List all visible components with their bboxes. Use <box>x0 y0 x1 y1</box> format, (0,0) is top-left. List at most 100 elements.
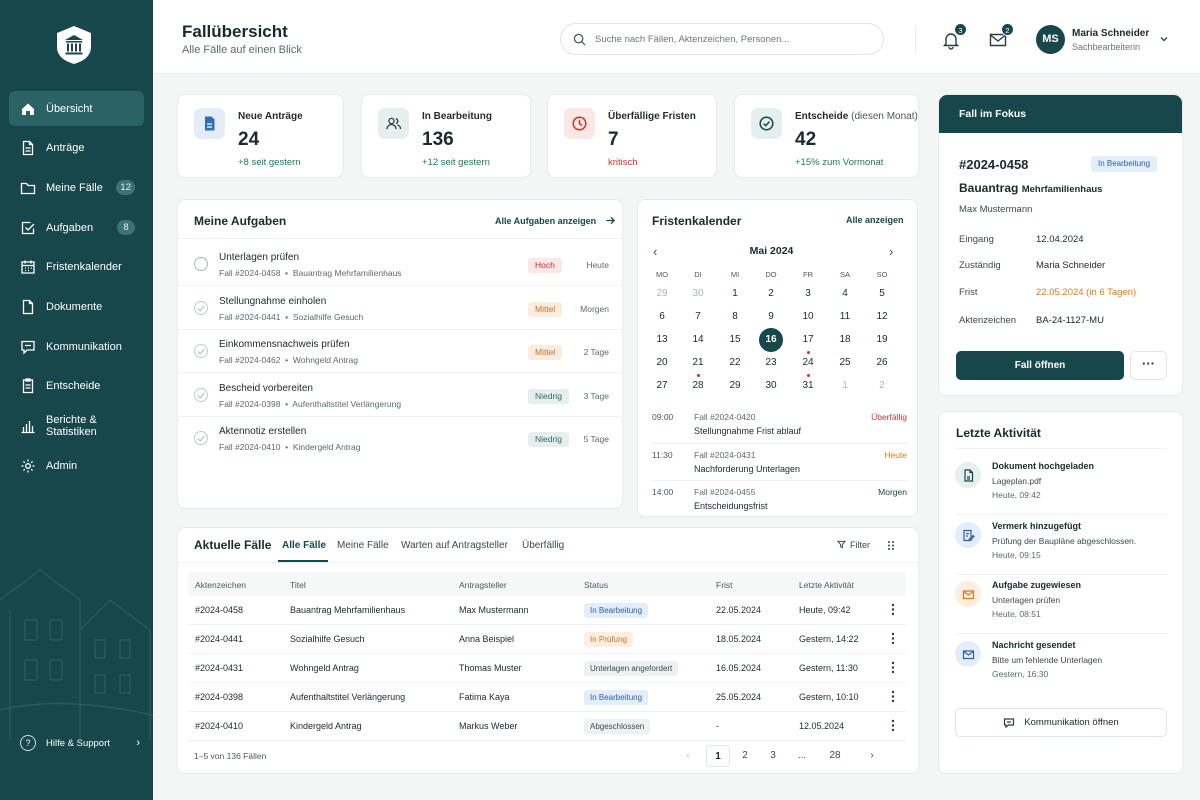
calendar-day[interactable]: 1 <box>833 374 857 398</box>
calendar-day[interactable]: 8 <box>723 305 747 329</box>
calendar-day[interactable]: 25 <box>833 351 857 375</box>
column-header[interactable]: Frist <box>716 580 733 590</box>
search-input[interactable] <box>595 33 865 45</box>
avatar[interactable]: MS <box>1036 25 1065 54</box>
sidebar-item-antraege[interactable]: Anträge <box>9 131 144 166</box>
pagination-next-button[interactable]: › <box>860 745 884 767</box>
stat-card-new-applications[interactable]: Neue Anträge 24 +8 seit gestern <box>177 94 344 178</box>
tab-warten-auf-antragsteller[interactable]: Warten auf Antragsteller <box>401 540 508 551</box>
calendar-day[interactable]: 20 <box>650 351 674 375</box>
activity-item[interactable]: Aufgabe zugewiesen Unterlagen prüfen Heu… <box>955 576 1168 634</box>
task-row[interactable]: Einkommensnachweis prüfen Fall #2024-046… <box>178 330 623 373</box>
calendar-day[interactable]: 15 <box>723 328 747 352</box>
task-row[interactable]: Bescheid vorbereiten Fall #2024-0398 • A… <box>178 374 623 417</box>
calendar-day[interactable]: 18 <box>833 328 857 352</box>
table-row[interactable]: #2024-0441 Sozialhilfe Gesuch Anna Beisp… <box>188 625 906 654</box>
calendar-day[interactable]: 4 <box>833 282 857 306</box>
more-vertical-icon[interactable] <box>891 632 895 645</box>
messages-button[interactable]: 2 <box>988 23 1014 50</box>
open-communication-button[interactable]: Kommunikation öffnen <box>955 708 1167 737</box>
table-row[interactable]: #2024-0458 Bauantrag Mehrfamilienhaus Ma… <box>188 596 906 625</box>
help-support-link[interactable]: ? Hilfe & Support › <box>20 734 140 752</box>
calendar-day[interactable]: 2 <box>759 282 783 306</box>
tab-meine-faelle[interactable]: Meine Fälle <box>337 540 389 551</box>
task-checkbox[interactable] <box>194 257 208 271</box>
stat-card-in-progress[interactable]: In Bearbeitung 136 +12 seit gestern <box>361 94 531 178</box>
task-checkbox[interactable] <box>194 431 208 445</box>
more-vertical-icon[interactable] <box>891 719 895 732</box>
calendar-day[interactable]: 30 <box>759 374 783 398</box>
chevron-right-icon[interactable]: › <box>889 244 899 259</box>
activity-item[interactable]: Dokument hochgeladen Lageplan.pdf Heute,… <box>955 457 1168 515</box>
table-row[interactable]: #2024-0398 Aufenthaltstitel Verlängerung… <box>188 683 906 712</box>
more-vertical-icon[interactable] <box>891 661 895 674</box>
calendar-day[interactable]: 30 <box>686 282 710 306</box>
task-checkbox[interactable] <box>194 388 208 402</box>
calendar-day[interactable]: 5 <box>870 282 894 306</box>
calendar-day[interactable]: 27 <box>650 374 674 398</box>
stat-card-decisions[interactable]: Entscheide (diesen Monat) 42 +15% zum Vo… <box>734 94 919 178</box>
calendar-day[interactable]: 3 <box>796 282 820 306</box>
more-options-button[interactable]: ··· <box>1130 351 1167 380</box>
calendar-day[interactable]: 29 <box>650 282 674 306</box>
table-row[interactable]: #2024-0410 Kindergeld Antrag Markus Webe… <box>188 712 906 741</box>
calendar-day[interactable]: 2 <box>870 374 894 398</box>
calendar-day[interactable]: 24 <box>796 351 820 377</box>
calendar-event[interactable]: 14:00 Fall #2024-0455 Entscheidungsfrist… <box>652 480 907 517</box>
calendar-day[interactable]: 11 <box>833 305 857 329</box>
calendar-day[interactable]: 26 <box>870 351 894 375</box>
calendar-day[interactable]: 7 <box>686 305 710 329</box>
calendar-day[interactable]: 29 <box>723 374 747 398</box>
calendar-all-link[interactable]: Alle anzeigen <box>846 215 904 225</box>
calendar-day[interactable]: 9 <box>759 305 783 331</box>
search-bar[interactable] <box>560 23 884 55</box>
pagination-page[interactable]: 28 <box>823 745 847 767</box>
drag-grid-icon[interactable] <box>887 540 895 551</box>
more-vertical-icon[interactable] <box>891 603 895 616</box>
sidebar-item-uebersicht[interactable]: Übersicht <box>9 91 144 126</box>
column-header[interactable]: Aktenzeichen <box>195 580 246 590</box>
task-row[interactable]: Unterlagen prüfen Fall #2024-0458 • Baua… <box>178 243 623 286</box>
calendar-day[interactable]: 17 <box>796 328 820 354</box>
calendar-day[interactable]: 28 <box>686 374 710 398</box>
column-header[interactable]: Letzte Aktivität <box>799 580 854 590</box>
notifications-button[interactable]: 3 <box>941 23 967 50</box>
tab-ueberfaellig[interactable]: Überfällig <box>522 540 564 551</box>
sidebar-item-admin[interactable]: Admin <box>9 448 144 483</box>
calendar-day[interactable]: 19 <box>870 328 894 352</box>
calendar-event[interactable]: 11:30 Fall #2024-0431 Nachforderung Unte… <box>652 443 907 480</box>
all-tasks-link[interactable]: Alle Aufgaben anzeigen <box>495 215 616 226</box>
activity-item[interactable]: Vermerk hinzugefügt Prüfung der Baupläne… <box>955 517 1168 575</box>
sidebar-item-meine-faelle[interactable]: Meine Fälle 12 <box>9 170 144 205</box>
calendar-day[interactable]: 10 <box>796 305 820 329</box>
pagination-page[interactable]: 3 <box>761 745 785 767</box>
table-row[interactable]: #2024-0431 Wohngeld Antrag Thomas Muster… <box>188 654 906 683</box>
sidebar-item-entscheide[interactable]: Entscheide <box>9 369 144 404</box>
task-row[interactable]: Stellungnahme einholen Fall #2024-0441 •… <box>178 287 623 330</box>
calendar-day[interactable]: 1 <box>723 282 747 306</box>
task-checkbox[interactable] <box>194 344 208 358</box>
sidebar-item-aufgaben[interactable]: Aufgaben 8 <box>9 210 144 245</box>
calendar-event[interactable]: 09:00 Fall #2024-0420 Stellungnahme Fris… <box>652 406 907 443</box>
calendar-day[interactable]: 22 <box>723 351 747 375</box>
column-header[interactable]: Status <box>584 580 608 590</box>
calendar-day[interactable]: 12 <box>870 305 894 329</box>
calendar-day[interactable]: 6 <box>650 305 674 329</box>
task-checkbox[interactable] <box>194 301 208 315</box>
stat-card-overdue-deadlines[interactable]: Überfällige Fristen 7 kritisch <box>547 94 717 178</box>
tab-alle-faelle[interactable]: Alle Fälle <box>282 540 326 551</box>
pagination-page[interactable]: 1 <box>706 745 730 767</box>
sidebar-item-dokumente[interactable]: Dokumente <box>9 289 144 324</box>
task-row[interactable]: Aktennotiz erstellen Fall #2024-0410 • K… <box>178 417 623 460</box>
calendar-day[interactable]: 13 <box>650 328 674 352</box>
more-vertical-icon[interactable] <box>891 690 895 703</box>
calendar-day[interactable]: 21 <box>686 351 710 377</box>
calendar-day[interactable]: 14 <box>686 328 710 352</box>
chevron-down-icon[interactable] <box>1158 33 1170 45</box>
calendar-day[interactable]: 31 <box>796 374 820 398</box>
sidebar-item-berichte[interactable]: Berichte & Statistiken <box>9 409 144 444</box>
filter-button[interactable]: Filter <box>836 540 870 550</box>
pagination-page[interactable]: 2 <box>733 745 757 767</box>
pagination-prev-button[interactable]: ‹ <box>676 745 700 767</box>
calendar-day[interactable]: 23 <box>759 351 783 375</box>
